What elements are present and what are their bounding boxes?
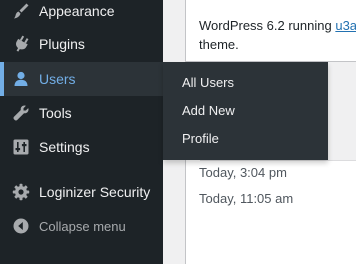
user-icon	[12, 70, 30, 88]
settings-sliders-icon	[12, 138, 30, 156]
menu-label: Loginizer Security	[39, 184, 151, 200]
version-text: WordPress 6.2 running u3a theme.	[199, 16, 356, 54]
users-submenu: All Users Add New Profile	[163, 62, 328, 160]
plugin-icon	[12, 35, 30, 53]
activity-time: Today, 3:04 pm	[199, 165, 287, 180]
collapse-menu-button[interactable]: Collapse menu	[0, 209, 163, 243]
submenu-item-profile[interactable]: Profile	[182, 131, 219, 146]
menu-item-loginizer-security[interactable]: Loginizer Security	[0, 175, 163, 209]
menu-item-tools[interactable]: Tools	[0, 96, 163, 130]
at-a-glance-panel: WordPress 6.2 running u3a theme.	[185, 0, 356, 62]
menu-label: Settings	[39, 139, 90, 155]
collapse-arrow-icon	[12, 217, 30, 235]
version-text-suffix: theme.	[199, 37, 239, 52]
activity-time: Today, 11:05 am	[199, 191, 294, 206]
version-text-prefix: WordPress 6.2 running	[199, 18, 336, 33]
menu-item-plugins[interactable]: Plugins	[0, 27, 163, 61]
menu-item-appearance[interactable]: Appearance	[0, 0, 163, 28]
menu-label: Appearance	[39, 3, 115, 19]
activity-panel: Today, 3:04 pm Today, 11:05 am	[185, 160, 356, 264]
theme-link[interactable]: u3a	[335, 18, 356, 33]
gear-icon	[12, 183, 30, 201]
submenu-pointer	[154, 71, 163, 89]
wrench-icon	[12, 104, 30, 122]
current-indicator	[0, 62, 4, 96]
submenu-item-all-users[interactable]: All Users	[182, 75, 234, 90]
paintbrush-icon	[12, 2, 30, 20]
collapse-menu-label: Collapse menu	[39, 218, 126, 234]
submenu-item-add-new[interactable]: Add New	[182, 103, 235, 118]
divider	[200, 160, 356, 161]
menu-label: Tools	[39, 105, 72, 121]
admin-sidebar: Appearance Plugins Users Tools Settings …	[0, 0, 163, 264]
menu-label: Plugins	[39, 36, 85, 52]
menu-item-settings[interactable]: Settings	[0, 130, 163, 164]
menu-label: Users	[39, 71, 76, 87]
menu-item-users[interactable]: Users	[0, 62, 163, 96]
